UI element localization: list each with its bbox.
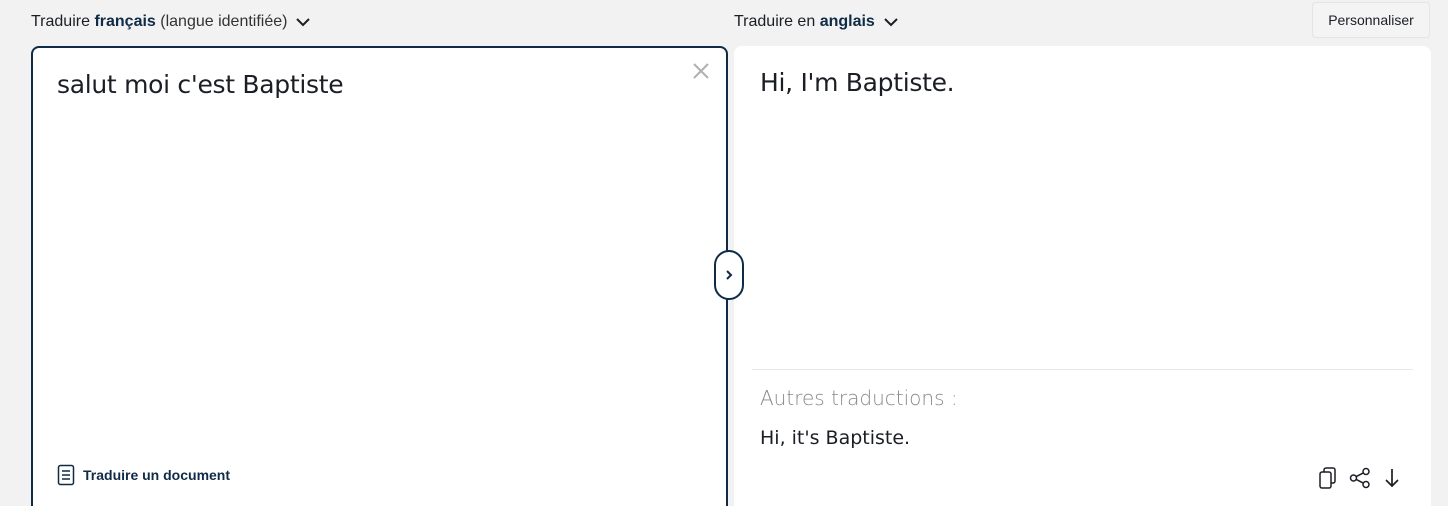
source-language-detected-note: (langue identifiée): [160, 13, 288, 30]
source-text-input[interactable]: salut moi c'est Baptiste: [57, 70, 344, 99]
divider: [752, 369, 1413, 370]
source-language-selector[interactable]: Traduire français (langue identifiée): [31, 10, 311, 34]
share-button[interactable]: [1349, 466, 1371, 490]
close-icon[interactable]: [690, 60, 712, 82]
translated-text[interactable]: Hi, I'm Baptiste.: [760, 68, 955, 97]
chevron-down-icon: [296, 18, 311, 27]
share-icon: [1349, 467, 1370, 489]
translate-document-link[interactable]: Traduire un document: [57, 464, 230, 486]
chevron-right-icon: [726, 270, 733, 280]
target-language-prefix: Traduire en: [734, 13, 816, 30]
translate-document-label: Traduire un document: [83, 467, 231, 483]
source-text-panel[interactable]: salut moi c'est Baptiste Traduire un doc…: [31, 46, 728, 506]
source-language-prefix: Traduire: [31, 13, 90, 30]
alternatives-heading: Autres traductions :: [760, 386, 958, 410]
customize-button[interactable]: Personnaliser: [1312, 2, 1430, 38]
arrow-down-icon: [1385, 469, 1399, 488]
source-language-name: français: [94, 13, 156, 30]
copy-icon: [1319, 467, 1336, 489]
document-icon: [57, 464, 75, 486]
alternative-translation-item[interactable]: Hi, it's Baptiste.: [760, 427, 910, 449]
translator-page: Traduire français (langue identifiée) Tr…: [0, 0, 1448, 506]
chevron-down-icon: [884, 18, 898, 27]
target-language-name: anglais: [819, 13, 875, 30]
target-text-panel: Hi, I'm Baptiste. Autres traductions : H…: [734, 46, 1431, 506]
translation-actions: [1317, 466, 1403, 490]
target-language-selector[interactable]: Traduire en anglais: [734, 10, 899, 34]
copy-button[interactable]: [1317, 466, 1339, 490]
swap-languages-button[interactable]: [714, 250, 744, 300]
download-button[interactable]: [1381, 466, 1403, 490]
